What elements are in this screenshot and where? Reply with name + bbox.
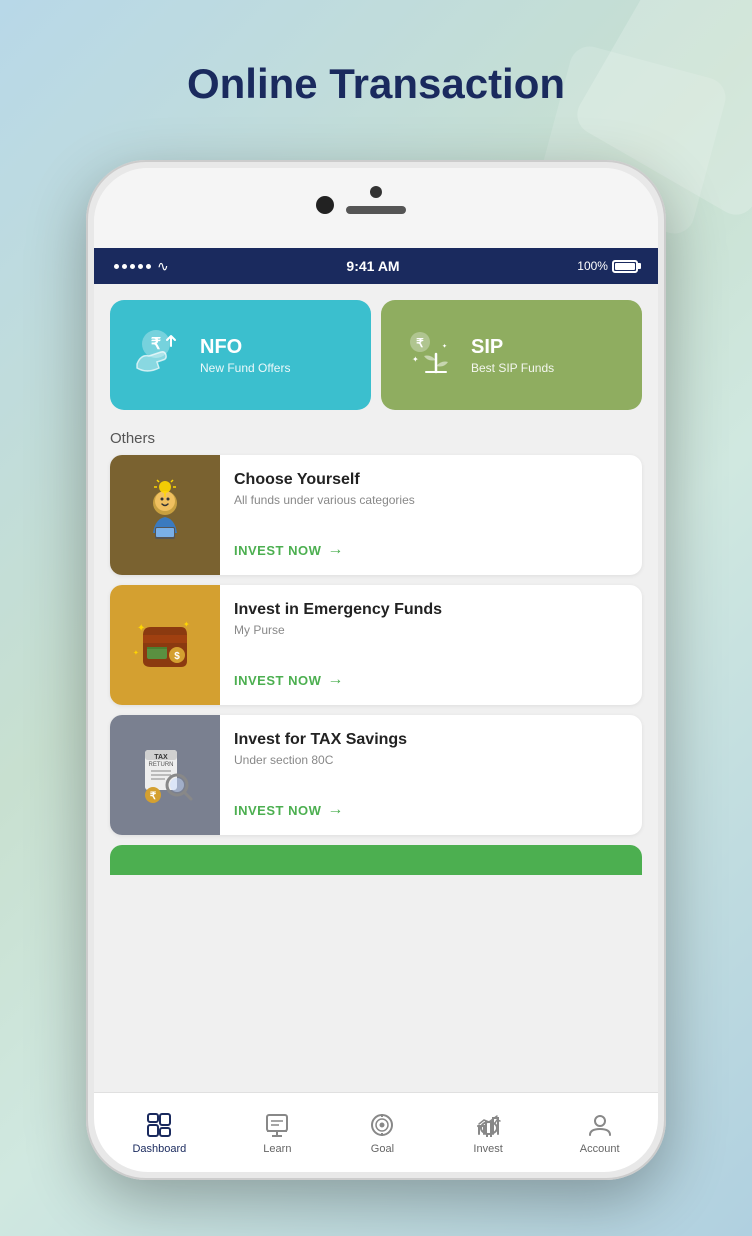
sip-subtitle: Best SIP Funds — [471, 361, 554, 375]
speaker — [346, 206, 406, 214]
dashboard-icon — [145, 1111, 173, 1139]
status-time: 9:41 AM — [346, 258, 399, 274]
svg-text:✦: ✦ — [442, 343, 447, 350]
nfo-subtitle: New Fund Offers — [200, 361, 290, 375]
learn-icon — [263, 1111, 291, 1139]
choose-yourself-content: Choose Yourself All funds under various … — [220, 455, 642, 575]
sip-text: SIP Best SIP Funds — [471, 336, 554, 375]
choose-yourself-title: Choose Yourself — [234, 471, 628, 489]
tax-savings-title: Invest for TAX Savings — [234, 731, 628, 749]
arrow-icon: → — [327, 801, 344, 819]
list-item-choose-yourself[interactable]: Choose Yourself All funds under various … — [110, 455, 642, 575]
svg-text:✦: ✦ — [133, 649, 139, 657]
others-label: Others — [94, 420, 658, 455]
invest-icon — [474, 1111, 502, 1139]
status-left: ∿ — [114, 258, 169, 275]
svg-text:✦: ✦ — [183, 620, 190, 629]
list-item-emergency-funds[interactable]: $ ✦ ✦ ✦ Invest in Emergency Funds My Pur… — [110, 585, 642, 705]
emergency-funds-title: Invest in Emergency Funds — [234, 601, 628, 619]
nfo-icon: ₹ — [126, 325, 186, 385]
emergency-funds-cta[interactable]: INVEST NOW → — [234, 671, 628, 689]
tax-savings-subtitle: Under section 80C — [234, 753, 628, 767]
status-bar: ∿ 9:41 AM 100% — [94, 248, 658, 284]
nav-dashboard-label: Dashboard — [132, 1143, 186, 1155]
svg-text:₹: ₹ — [416, 336, 424, 350]
nav-goal-label: Goal — [371, 1143, 394, 1155]
choose-yourself-subtitle: All funds under various categories — [234, 493, 628, 507]
emergency-funds-subtitle: My Purse — [234, 623, 628, 637]
nav-dashboard[interactable]: Dashboard — [132, 1111, 186, 1155]
svg-text:✦: ✦ — [137, 623, 145, 634]
nav-learn-label: Learn — [263, 1143, 291, 1155]
sip-card[interactable]: ₹ ✦ ✦ SIP — [381, 300, 642, 410]
emergency-funds-image: $ ✦ ✦ ✦ — [110, 585, 220, 705]
nav-account[interactable]: Account — [580, 1111, 620, 1155]
front-camera — [316, 196, 334, 214]
nav-account-label: Account — [580, 1143, 620, 1155]
list-item-tax-savings[interactable]: TAX RETURN ₹ — [110, 715, 642, 835]
arrow-icon: → — [327, 541, 344, 559]
wifi-icon: ∿ — [157, 258, 169, 275]
svg-text:TAX: TAX — [154, 754, 168, 761]
bottom-nav: Dashboard Learn — [94, 1092, 658, 1172]
nfo-card[interactable]: ₹ NFO New Fund Offers — [110, 300, 371, 410]
svg-text:₹: ₹ — [150, 791, 157, 802]
nav-goal[interactable]: Goal — [368, 1111, 396, 1155]
tax-savings-cta[interactable]: INVEST NOW → — [234, 801, 628, 819]
nav-invest-label: Invest — [473, 1143, 502, 1155]
cards-row: ₹ NFO New Fund Offers — [94, 284, 658, 420]
page-title: Online Transaction — [0, 60, 752, 108]
tax-savings-content: Invest for TAX Savings Under section 80C… — [220, 715, 642, 835]
choose-yourself-cta[interactable]: INVEST NOW → — [234, 541, 628, 559]
battery-icon — [612, 260, 638, 273]
sip-title: SIP — [471, 336, 554, 359]
partial-card — [110, 845, 642, 875]
signal-dots — [114, 264, 151, 269]
svg-text:RETURN: RETURN — [149, 762, 174, 768]
phone-frame: ∿ 9:41 AM 100% ₹ — [86, 160, 666, 1180]
phone-inner: ∿ 9:41 AM 100% ₹ — [94, 168, 658, 1172]
nav-learn[interactable]: Learn — [263, 1111, 291, 1155]
camera — [370, 186, 382, 198]
nav-invest[interactable]: Invest — [473, 1111, 502, 1155]
emergency-funds-content: Invest in Emergency Funds My Purse INVES… — [220, 585, 642, 705]
goal-icon — [368, 1111, 396, 1139]
nfo-title: NFO — [200, 336, 290, 359]
screen-content: ₹ NFO New Fund Offers — [94, 284, 658, 1172]
svg-text:₹: ₹ — [151, 336, 161, 353]
arrow-icon: → — [327, 671, 344, 689]
sip-icon: ₹ ✦ ✦ — [397, 325, 457, 385]
battery-text: 100% — [577, 259, 608, 273]
svg-text:$: $ — [174, 651, 180, 662]
account-icon — [586, 1111, 614, 1139]
svg-text:✦: ✦ — [412, 355, 419, 364]
tax-savings-image: TAX RETURN ₹ — [110, 715, 220, 835]
phone-top — [94, 168, 658, 248]
choose-yourself-image — [110, 455, 220, 575]
nfo-text: NFO New Fund Offers — [200, 336, 290, 375]
status-right: 100% — [577, 259, 638, 273]
